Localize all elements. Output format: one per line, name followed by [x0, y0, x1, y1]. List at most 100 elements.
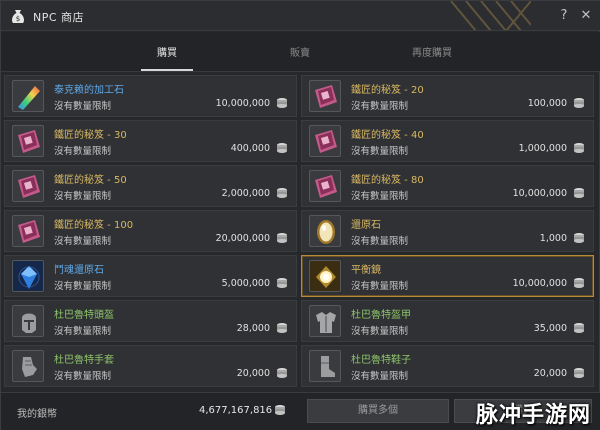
shop-item[interactable]: 鐵匠的秘笈 - 100 沒有數量限制 20,000,000	[4, 210, 297, 252]
silver-coin-icon	[574, 98, 584, 108]
item-limit: 沒有數量限制	[54, 101, 112, 112]
item-price: 20,000	[533, 368, 567, 379]
item-limit: 沒有數量限制	[54, 191, 112, 202]
item-name: 鐵匠的秘笈 - 20	[351, 85, 424, 96]
item-name: 平衡鏡	[351, 265, 381, 276]
item-limit: 沒有數量限制	[351, 191, 409, 202]
item-price: 10,000,000	[512, 278, 567, 289]
item-name: 杜巴魯特鞋子	[351, 355, 411, 366]
rainbow-stone-icon	[12, 80, 44, 112]
item-price: 20,000	[236, 368, 270, 379]
active-tab-indicator	[141, 69, 193, 71]
item-name: 杜巴魯特手套	[54, 355, 114, 366]
shop-item[interactable]: 杜巴魯特頭盔 沒有數量限制 28,000	[4, 300, 297, 342]
blue-crystal-icon	[12, 260, 44, 292]
shop-item[interactable]: 鐵匠的秘笈 - 50 沒有數量限制 2,000,000	[4, 165, 297, 207]
item-limit: 沒有數量限制	[351, 371, 409, 382]
item-limit: 沒有數量限制	[54, 146, 112, 157]
gold-gem-icon	[309, 215, 341, 247]
pink-book-icon	[309, 170, 341, 202]
shop-item[interactable]: 還原石 沒有數量限制 1,000	[301, 210, 594, 252]
shop-item[interactable]: 鬥魂還原石 沒有數量限制 5,000,000	[4, 255, 297, 297]
item-price: 1,000,000	[518, 143, 567, 154]
item-price: 1,000	[539, 233, 567, 244]
item-limit: 沒有數量限制	[54, 281, 112, 292]
silver-coin-icon	[574, 188, 584, 198]
item-price: 100,000	[527, 98, 567, 109]
pink-book-icon	[12, 215, 44, 247]
item-name: 鐵匠的秘笈 - 30	[54, 130, 127, 141]
item-price: 10,000,000	[215, 98, 270, 109]
item-name: 杜巴魯特盔甲	[351, 310, 411, 321]
shop-item[interactable]: 鐵匠的秘笈 - 30 沒有數量限制 400,000	[4, 120, 297, 162]
watermark-text: 脉冲手游网	[475, 403, 591, 428]
item-name: 鐵匠的秘笈 - 80	[351, 175, 424, 186]
item-name: 鐵匠的秘笈 - 50	[54, 175, 127, 186]
silver-coin-icon	[574, 323, 584, 333]
window-title: NPC 商店	[33, 11, 85, 24]
pink-book-icon	[12, 170, 44, 202]
item-name: 泰克赖的加工石	[54, 85, 124, 96]
item-name: 鬥魂還原石	[54, 265, 104, 276]
silver-coin-icon	[574, 143, 584, 153]
gauntlet-icon	[12, 350, 44, 382]
item-price: 5,000,000	[221, 278, 270, 289]
item-price: 400,000	[230, 143, 270, 154]
silver-coin-icon	[277, 323, 287, 333]
item-limit: 沒有數量限制	[351, 101, 409, 112]
wallet-label: 我的銀幣	[17, 409, 57, 420]
tab-sell[interactable]: 販賣	[245, 44, 355, 59]
money-bag-icon: $	[12, 10, 24, 23]
silver-coin-icon	[277, 233, 287, 243]
shop-item[interactable]: 杜巴魯特盔甲 沒有數量限制 35,000	[301, 300, 594, 342]
help-icon: ?	[560, 8, 568, 23]
item-price: 10,000,000	[512, 188, 567, 199]
shop-item-selected[interactable]: 平衡鏡 沒有數量限制 10,000,000	[301, 255, 594, 297]
wallet-balance: 4,677,167,816	[199, 405, 273, 416]
item-limit: 沒有數量限制	[351, 281, 409, 292]
silver-coin-icon	[574, 368, 584, 378]
pink-book-icon	[12, 125, 44, 157]
silver-coin-icon	[277, 188, 287, 198]
npc-shop-window: $ NPC 商店 ? ✕ 購買 販賣 再度購買 泰克赖的加工石 沒有數量限制 1…	[0, 0, 600, 430]
title-bar[interactable]: $ NPC 商店 ? ✕	[1, 1, 600, 31]
shop-item[interactable]: 杜巴魯特手套 沒有數量限制 20,000	[4, 345, 297, 387]
item-limit: 沒有數量限制	[54, 371, 112, 382]
item-price: 20,000,000	[215, 233, 270, 244]
silver-coin-icon	[277, 278, 287, 288]
silver-coin-icon	[277, 143, 287, 153]
silver-coin-icon	[277, 98, 287, 108]
item-limit: 沒有數量限制	[351, 236, 409, 247]
armor-icon	[309, 305, 341, 337]
shop-item[interactable]: 泰克赖的加工石 沒有數量限制 10,000,000	[4, 75, 297, 117]
shop-item[interactable]: 杜巴魯特鞋子 沒有數量限制 20,000	[301, 345, 594, 387]
shop-item[interactable]: 鐵匠的秘笈 - 20 沒有數量限制 100,000	[301, 75, 594, 117]
item-limit: 沒有數量限制	[54, 236, 112, 247]
shop-item[interactable]: 鐵匠的秘笈 - 40 沒有數量限制 1,000,000	[301, 120, 594, 162]
pink-book-icon	[309, 80, 341, 112]
pink-book-icon	[309, 125, 341, 157]
shop-item[interactable]: 鐵匠的秘笈 - 80 沒有數量限制 10,000,000	[301, 165, 594, 207]
item-price: 2,000,000	[221, 188, 270, 199]
item-name: 杜巴魯特頭盔	[54, 310, 114, 321]
close-button[interactable]: ✕	[577, 7, 595, 25]
help-button[interactable]: ?	[555, 7, 573, 25]
item-limit: 沒有數量限制	[351, 146, 409, 157]
boots-icon	[309, 350, 341, 382]
glow-mirror-icon	[309, 260, 341, 292]
item-grid: 泰克赖的加工石 沒有數量限制 10,000,000 鐵匠的秘笈 - 20 沒有數…	[4, 75, 598, 389]
item-limit: 沒有數量限制	[351, 326, 409, 337]
title-decoration	[450, 1, 531, 30]
tab-bar: 購買 販賣 再度購買	[1, 32, 600, 72]
silver-coin-icon	[277, 368, 287, 378]
item-limit: 沒有數量限制	[54, 326, 112, 337]
silver-coin-icon	[574, 278, 584, 288]
tab-rebuy[interactable]: 再度購買	[377, 44, 487, 59]
buy-multiple-button[interactable]: 購買多個	[307, 399, 449, 423]
helmet-icon	[12, 305, 44, 337]
item-name: 鐵匠的秘笈 - 100	[54, 220, 134, 231]
tab-buy[interactable]: 購買	[112, 44, 222, 59]
item-price: 35,000	[533, 323, 567, 334]
item-price: 28,000	[236, 323, 270, 334]
close-icon: ✕	[580, 8, 592, 23]
